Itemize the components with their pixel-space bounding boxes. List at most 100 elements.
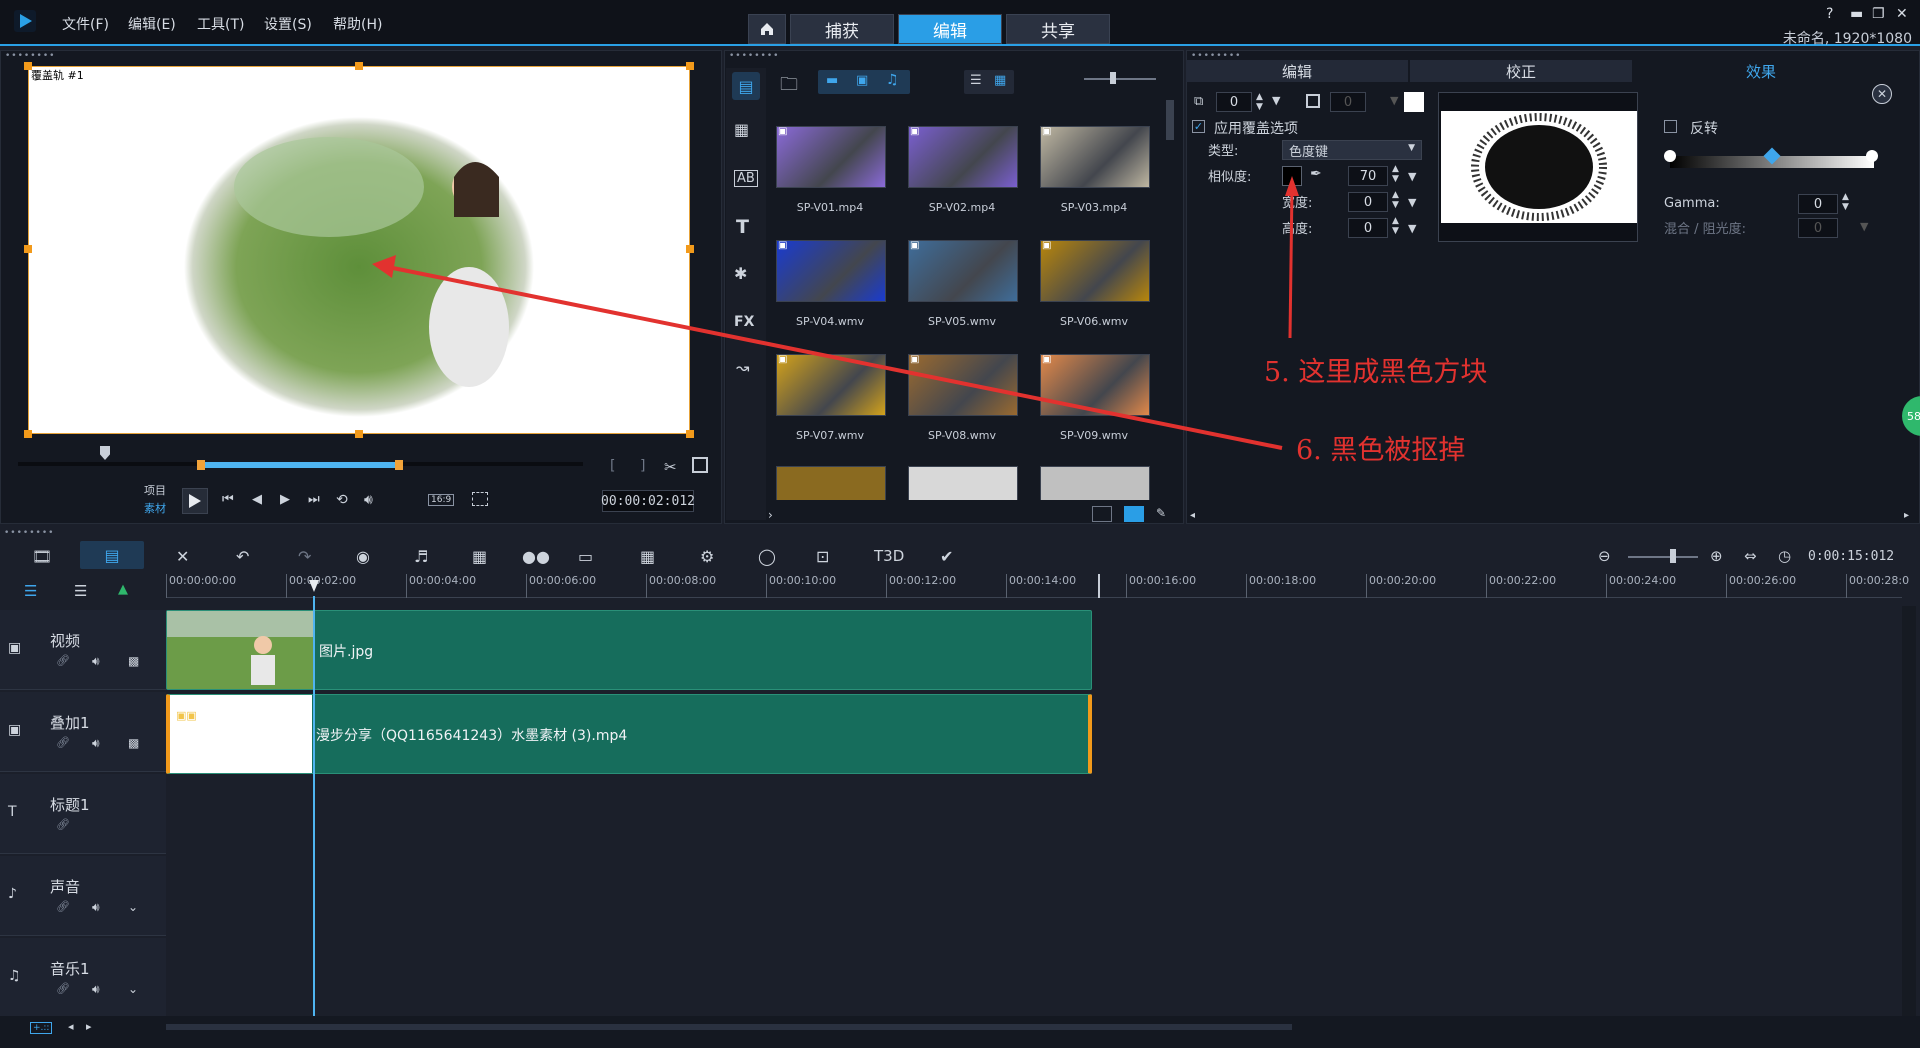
library-item[interactable]: ▣ SP-V07.wmv <box>770 328 894 442</box>
dropdown-icon[interactable]: ▼ <box>1408 170 1416 183</box>
close-options-icon[interactable]: ✕ <box>1872 84 1892 104</box>
mute-icon[interactable]: 🔊︎ <box>92 900 100 915</box>
library-item-thumbnail[interactable] <box>908 466 1018 500</box>
width-spin[interactable]: 0 <box>1348 192 1388 212</box>
photo-filter-icon[interactable]: ▣ <box>856 73 868 88</box>
smart-proxy-icon[interactable]: ✔ <box>940 547 953 566</box>
auto-music-icon[interactable]: ▦ <box>472 547 487 566</box>
help-icon[interactable]: ? <box>1826 6 1833 22</box>
panel-grip[interactable]: •••••••• <box>729 51 779 61</box>
fit-project-icon[interactable]: ⇔ <box>1744 547 1757 565</box>
menu-settings[interactable]: 设置(S) <box>264 14 312 34</box>
title-icon[interactable]: T <box>736 216 749 238</box>
video-clip[interactable]: 图片.jpg <box>166 610 1092 690</box>
spin-arrows-icon[interactable]: ▲ ▼ <box>1392 216 1399 236</box>
list-view-icon[interactable]: ☰ <box>970 73 982 88</box>
track-header[interactable]: ♫ 音乐1 🔗︎ 🔊︎ ⌄ <box>0 938 166 1018</box>
resize-handle[interactable] <box>355 62 363 70</box>
library-scrollbar[interactable] <box>1166 100 1174 140</box>
link-icon[interactable]: 🔗︎ <box>56 654 70 667</box>
track-manager-icon[interactable]: ☰ <box>24 582 37 600</box>
scroll-right-icon[interactable]: ▸ <box>86 1020 92 1033</box>
menu-tools[interactable]: 工具(T) <box>197 14 244 34</box>
type-select[interactable]: 色度键 ▼ <box>1282 140 1422 160</box>
zoom-handle[interactable] <box>1670 549 1676 563</box>
spin-arrows-icon[interactable]: ▲ ▼ <box>1392 190 1399 210</box>
grid-view-icon[interactable]: ▦ <box>994 73 1006 88</box>
tab-edit[interactable]: 编辑 <box>898 14 1002 44</box>
dropdown-icon[interactable]: ▼ <box>1408 196 1416 209</box>
mute-icon[interactable]: 🔊︎ <box>92 654 100 669</box>
resize-handle[interactable] <box>24 245 32 253</box>
library-item[interactable]: ▣ SP-V08.wmv <box>902 328 1026 442</box>
resize-handle[interactable] <box>686 62 694 70</box>
video-filter-icon[interactable]: ▬ <box>826 73 838 88</box>
motion-tracking-icon[interactable]: ●● <box>522 547 550 566</box>
link-icon[interactable]: 🔗︎ <box>56 818 70 831</box>
spin-arrows-icon[interactable]: ▲ ▼ <box>1842 192 1849 212</box>
invert-checkbox[interactable] <box>1664 120 1677 133</box>
dropdown-icon[interactable]: ▼ <box>1272 94 1280 107</box>
tab-options-edit[interactable]: 编辑 <box>1186 60 1408 82</box>
scissors-icon[interactable]: ✂ <box>664 458 677 476</box>
minimize-icon[interactable]: ▬ <box>1850 6 1863 22</box>
timeline-view-icon[interactable]: ▤ <box>80 541 144 569</box>
library-item[interactable]: ▣ SP-V03.mp4 <box>1034 100 1158 214</box>
collapse-arrow-icon[interactable]: › <box>768 508 773 522</box>
play-button[interactable] <box>182 488 208 514</box>
split-screen-icon[interactable]: ▦ <box>640 547 655 566</box>
add-track-icon[interactable]: ☰ <box>74 582 87 600</box>
tab-capture[interactable]: 捕获 <box>790 14 894 44</box>
library-item[interactable]: ▣ SP-V05.wmv <box>902 214 1026 328</box>
library-item[interactable]: ▣ SP-V01.mp4 <box>770 100 894 214</box>
tab-share[interactable]: 共享 <box>1006 14 1110 44</box>
panel-grip[interactable]: •••••••• <box>5 51 55 61</box>
track-header[interactable]: ▣ 叠加1 🔗︎ 🔊︎ ▩ <box>0 692 166 772</box>
track-header[interactable]: T 标题1 🔗︎ <box>0 774 166 854</box>
playhead[interactable] <box>313 596 315 1016</box>
trim-end-handle[interactable] <box>395 460 403 470</box>
edit-icon[interactable]: ✎ <box>1156 506 1166 520</box>
subtitle-icon[interactable]: ▭ <box>578 547 593 566</box>
thumbnail-size-slider[interactable] <box>1084 78 1156 80</box>
resize-handle[interactable] <box>686 245 694 253</box>
loop-icon[interactable]: ◯ <box>758 547 776 566</box>
3d-title-icon[interactable]: T3D <box>874 547 904 565</box>
zoom-fit-button[interactable]: +.:: <box>30 1022 53 1034</box>
tab-options-effects[interactable]: 效果 <box>1634 60 1888 82</box>
border-color-swatch[interactable] <box>1404 92 1424 112</box>
timeline-ruler[interactable]: 00:00:00:00 00:00:02:00 00:00:04:00 00:00:0… <box>166 574 1909 598</box>
tab-options-correct[interactable]: 校正 <box>1410 60 1632 82</box>
dropdown-icon[interactable]: ▼ <box>1408 222 1416 235</box>
aspect-ratio-button[interactable]: 16:9 <box>428 494 455 506</box>
gradient-handle-left[interactable] <box>1664 150 1676 162</box>
key-color-swatch[interactable] <box>1282 166 1302 186</box>
undo-icon[interactable]: ↶ <box>236 547 249 566</box>
add-folder-icon[interactable]: 🗀︎ <box>780 72 798 102</box>
expand-icon[interactable]: ⌄ <box>128 900 138 914</box>
timeline-vertical-scrollbar[interactable] <box>1902 606 1916 1016</box>
library-item[interactable]: ▣ SP-V02.mp4 <box>902 100 1026 214</box>
go-start-icon[interactable]: ⏮ <box>222 492 234 507</box>
audio-filter-icon[interactable]: ♫ <box>886 72 899 88</box>
scroll-right-icon[interactable]: ▸ <box>1904 510 1909 521</box>
menu-edit[interactable]: 编辑(E) <box>128 14 176 34</box>
timeline-horizontal-scrollbar[interactable] <box>166 1024 1292 1030</box>
storyboard-view-icon[interactable]: 🎞︎ <box>32 547 52 566</box>
track-transparency-icon[interactable]: ▩ <box>128 736 139 750</box>
spin-arrows-icon[interactable]: ▲ ▼ <box>1392 164 1399 184</box>
instant-project-icon[interactable]: ▦ <box>734 120 749 139</box>
link-icon[interactable]: 🔗︎ <box>56 900 70 913</box>
blend-spin[interactable]: 0 <box>1798 218 1838 238</box>
menu-help[interactable]: 帮助(H) <box>333 14 382 34</box>
resize-handle[interactable] <box>355 430 363 438</box>
track-header[interactable]: ♪ 声音 🔗︎ 🔊︎ ⌄ <box>0 856 166 936</box>
next-frame-icon[interactable]: ▶ <box>280 492 290 507</box>
overlay-clip[interactable]: ▣▣ 漫步分享（QQ1165641243）水墨素材 (3).mp4 <box>166 694 1092 774</box>
mask-creator-icon[interactable]: ⊡ <box>816 547 829 566</box>
menu-file[interactable]: 文件(F) <box>62 14 109 34</box>
prev-frame-icon[interactable]: ◀ <box>252 492 262 507</box>
similarity-spin[interactable]: 70 <box>1348 166 1388 186</box>
transition-icon[interactable]: AB <box>734 170 758 187</box>
zoom-slider[interactable] <box>1628 556 1698 558</box>
